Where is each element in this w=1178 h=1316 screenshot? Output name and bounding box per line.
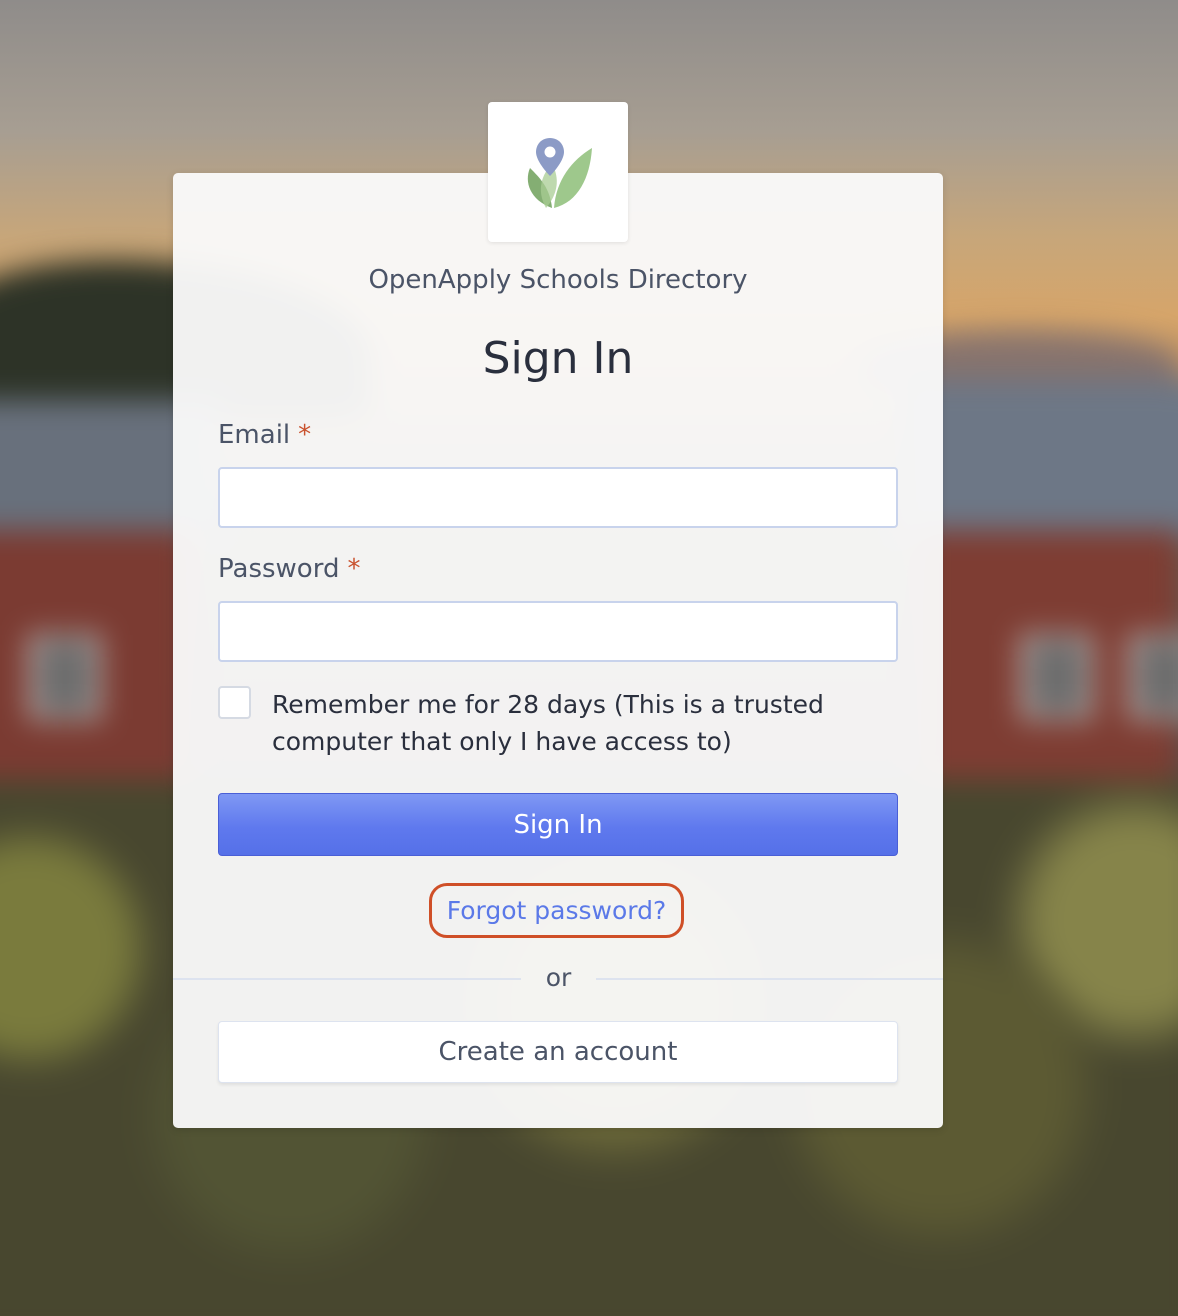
password-input[interactable] [218,601,898,662]
required-marker: * [347,554,361,584]
remember-me-checkbox[interactable] [218,686,251,719]
divider-line-left [173,978,521,980]
page-title: Sign In [482,333,634,384]
password-label-text: Password [218,554,340,584]
openapply-logo-icon [527,138,592,208]
divider-line-right [596,978,943,980]
email-label: Email * [218,420,311,450]
password-label: Password * [218,554,360,584]
org-name: OpenApply Schools Directory [368,265,748,295]
forgot-password-link[interactable]: Forgot password? [429,883,684,938]
email-label-text: Email [218,420,291,450]
create-account-button[interactable]: Create an account [218,1021,898,1083]
logo-box [488,102,628,242]
sign-in-button[interactable]: Sign In [218,793,898,856]
divider-or-text: or [545,963,572,992]
required-marker: * [298,420,312,450]
email-input[interactable] [218,467,898,528]
remember-me-label[interactable]: Remember me for 28 days (This is a trust… [272,686,872,760]
